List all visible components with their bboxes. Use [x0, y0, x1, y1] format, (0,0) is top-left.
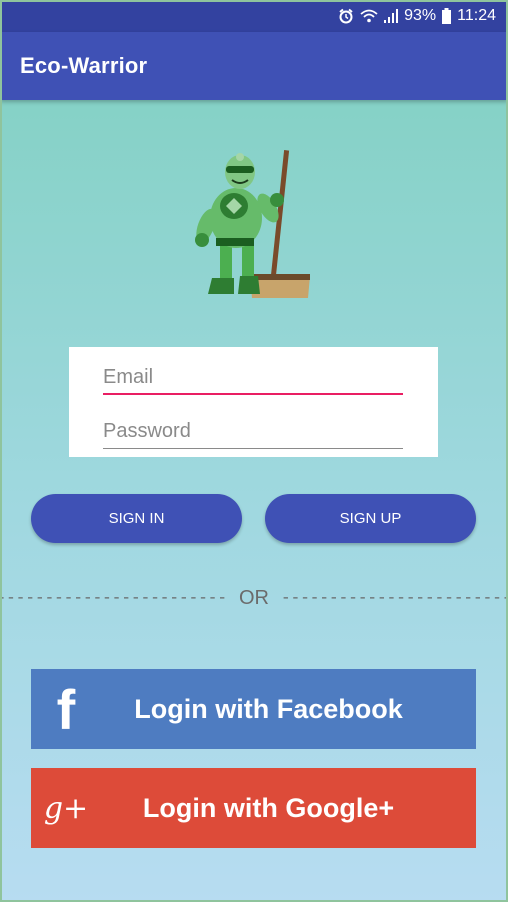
facebook-login-button[interactable]: f Login with Facebook	[31, 669, 476, 749]
email-field[interactable]	[103, 361, 403, 395]
divider-left: ------------------------	[0, 589, 227, 607]
battery-percent: 93%	[404, 7, 437, 24]
alarm-icon	[339, 8, 353, 24]
app-bar: Eco-Warrior	[0, 32, 508, 100]
status-bar: 93% 11:24	[0, 0, 508, 32]
facebook-icon: f	[56, 677, 76, 741]
login-form	[69, 347, 438, 457]
battery-icon	[442, 8, 452, 24]
wifi-icon	[360, 9, 378, 23]
google-login-label: Login with Google+	[142, 792, 395, 823]
divider-right: ------------------------	[281, 589, 508, 607]
eco-warrior-mascot-icon	[195, 150, 310, 298]
app-title: Eco-Warrior	[20, 53, 148, 78]
sign-up-button[interactable]: SIGN UP	[265, 494, 476, 543]
clock: 11:24	[457, 7, 496, 24]
password-field[interactable]	[103, 415, 403, 449]
google-plus-icon: g+	[43, 790, 89, 826]
or-divider: ------------------------ OR ------------…	[0, 584, 508, 612]
facebook-login-label: Login with Facebook	[134, 693, 403, 724]
signal-icon	[384, 9, 399, 23]
google-login-button[interactable]: g+ Login with Google+	[31, 768, 476, 848]
sign-in-button[interactable]: SIGN IN	[31, 494, 242, 543]
divider-label: OR	[239, 586, 269, 609]
